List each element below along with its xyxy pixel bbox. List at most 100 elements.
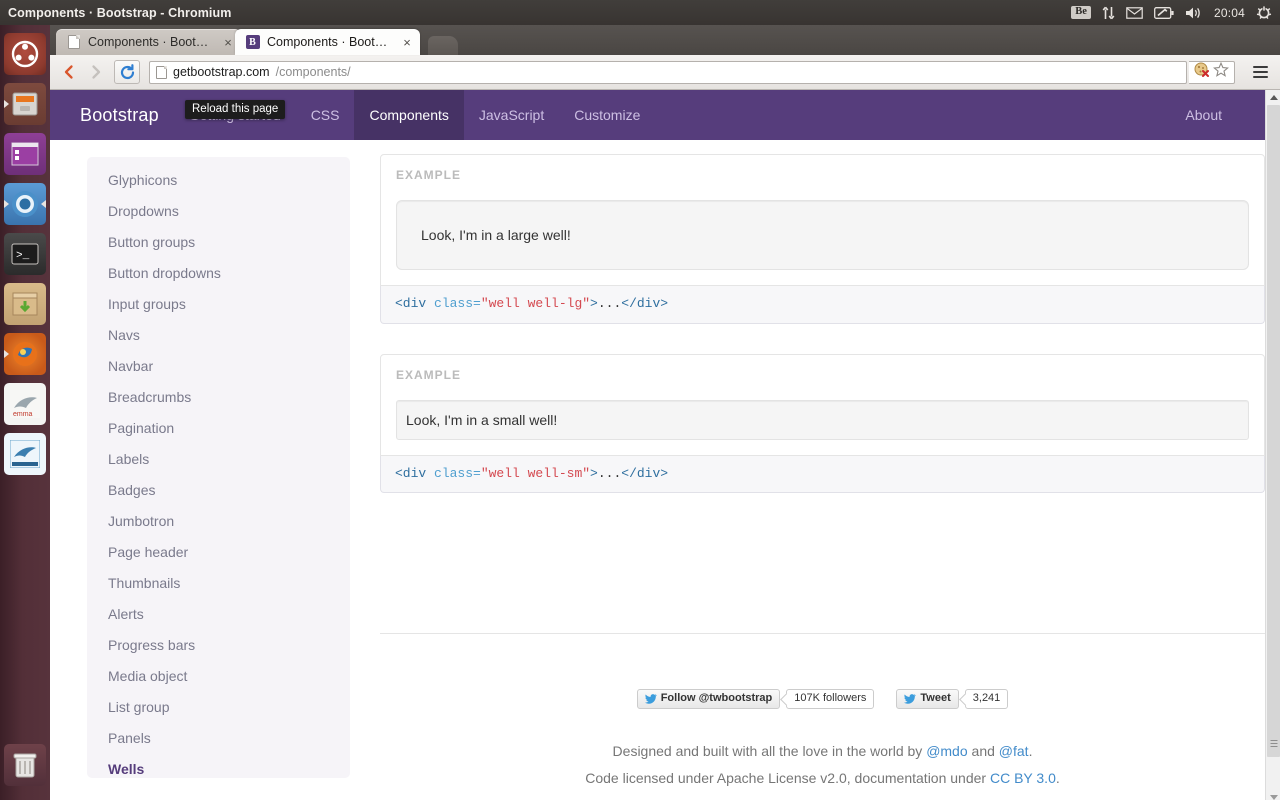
sidebar-item-labels[interactable]: Labels: [87, 444, 350, 475]
twitter-follow-label: Follow @twbootstrap: [660, 692, 773, 705]
code-token-attr: class=: [434, 296, 481, 312]
sidebar-item-wells[interactable]: Wells: [87, 754, 350, 785]
launcher-files-icon[interactable]: [4, 83, 46, 125]
twitter-tweet-button[interactable]: Tweet: [896, 689, 959, 709]
chromium-window: Components · Bootstrap × B Components · …: [50, 25, 1280, 800]
forward-button[interactable]: [85, 61, 107, 83]
twitter-bird-icon: [904, 694, 917, 704]
network-icon[interactable]: [1102, 0, 1115, 25]
twitter-follow-button[interactable]: Follow @twbootstrap: [636, 689, 781, 709]
battery-icon[interactable]: [1154, 0, 1174, 25]
launcher-ubuntu-dash-icon[interactable]: [4, 33, 46, 75]
launcher-terminal-icon[interactable]: >_: [4, 233, 46, 275]
sidebar-item-thumbnails[interactable]: Thumbnails: [87, 568, 350, 599]
code-token-dots: ...: [597, 296, 622, 312]
sidebar-item-media-object[interactable]: Media object: [87, 661, 350, 692]
footer-link-ccby[interactable]: CC BY 3.0: [990, 770, 1056, 786]
sidebar-item-input-groups[interactable]: Input groups: [87, 289, 350, 320]
example-block-small: Look, I'm in a small well!: [380, 353, 1265, 456]
sidebar-item-list-group[interactable]: List group: [87, 692, 350, 723]
tray-be-indicator[interactable]: Be: [1071, 0, 1091, 25]
footer-link-fat[interactable]: @fat: [999, 743, 1029, 759]
sidebar-item-pagination[interactable]: Pagination: [87, 413, 350, 444]
sidebar-item-page-header[interactable]: Page header: [87, 537, 350, 568]
nav-item-about[interactable]: About: [1170, 90, 1237, 140]
scroll-up-arrow-icon[interactable]: [1266, 90, 1280, 105]
nav-item-components[interactable]: Components: [354, 90, 464, 140]
address-bar[interactable]: getbootstrap.com/components/: [149, 60, 1187, 84]
tab-close-icon[interactable]: ×: [221, 36, 235, 49]
star-icon[interactable]: [1213, 61, 1229, 82]
twitter-follow-group: Follow @twbootstrap 107K followers: [636, 689, 875, 709]
nav-item-customize[interactable]: Customize: [559, 90, 655, 140]
docs-main-column: Look, I'm in a large well! <div class="w…: [380, 140, 1265, 523]
svg-text:emma: emma: [13, 411, 33, 418]
launcher-mysql-workbench-icon[interactable]: [4, 433, 46, 475]
browser-tab-2[interactable]: B Components · Bootstrap ×: [235, 29, 420, 55]
code-token-tag-open: <div: [395, 296, 435, 312]
scroll-down-arrow-icon[interactable]: [1266, 790, 1280, 800]
cookie-blocked-icon[interactable]: [1194, 62, 1210, 82]
sidebar-item-navbar[interactable]: Navbar: [87, 351, 350, 382]
site-brand[interactable]: Bootstrap: [80, 90, 174, 140]
browser-toolbar: getbootstrap.com/components/: [50, 55, 1280, 90]
footer-link-mdo[interactable]: @mdo: [926, 743, 967, 759]
sidebar-item-glyphicons[interactable]: Glyphicons: [87, 165, 350, 196]
nav-item-css[interactable]: CSS: [296, 90, 355, 140]
clock[interactable]: 20:04: [1214, 0, 1245, 25]
content-wrapper: Look, I'm in a large well! <div class="w…: [50, 140, 1265, 800]
power-gear-icon[interactable]: [1256, 0, 1272, 25]
sidebar-item-panels[interactable]: Panels: [87, 723, 350, 754]
page-scrollbar[interactable]: [1265, 90, 1280, 800]
launcher-firefox-icon[interactable]: [4, 333, 46, 375]
sidebar-item-progress-bars[interactable]: Progress bars: [87, 630, 350, 661]
tab-strip: Components · Bootstrap × B Components · …: [50, 25, 1280, 55]
browser-tab-1[interactable]: Components · Bootstrap ×: [56, 29, 241, 55]
unity-launcher: >_ emma: [0, 25, 50, 800]
twitter-tweet-count[interactable]: 3,241: [964, 689, 1009, 709]
scrollbar-thumb[interactable]: [1267, 105, 1280, 757]
browser-menu-button[interactable]: [1248, 60, 1272, 84]
page-info-icon[interactable]: [156, 65, 167, 79]
twitter-bird-icon: [644, 694, 657, 704]
page-viewport: Bootstrap Getting started CSS Components…: [50, 90, 1280, 800]
launcher-software-center-icon[interactable]: [4, 283, 46, 325]
launcher-emma-icon[interactable]: emma: [4, 383, 46, 425]
twitter-follower-count[interactable]: 107K followers: [786, 689, 875, 709]
twitter-tweet-label: Tweet: [920, 692, 951, 705]
sidebar-item-breadcrumbs[interactable]: Breadcrumbs: [87, 382, 350, 413]
back-button[interactable]: [58, 61, 80, 83]
code-token-dots: ...: [597, 465, 622, 481]
sidebar-item-button-dropdowns[interactable]: Button dropdowns: [87, 258, 350, 289]
mail-icon[interactable]: [1126, 0, 1143, 25]
docs-sidebar: Glyphicons Dropdowns Button groups Butto…: [87, 157, 350, 778]
launcher-app-window-icon[interactable]: [4, 133, 46, 175]
sidebar-item-button-groups[interactable]: Button groups: [87, 227, 350, 258]
launcher-chromium-icon[interactable]: [4, 183, 46, 225]
sidebar-item-alerts[interactable]: Alerts: [87, 599, 350, 630]
bootstrap-icon: B: [245, 35, 260, 50]
footer-credit-mid: and: [967, 743, 999, 759]
reload-button[interactable]: [114, 60, 140, 84]
volume-icon[interactable]: [1185, 0, 1203, 25]
footer-credit-line: Designed and built with all the love in …: [380, 741, 1265, 761]
nav-item-javascript[interactable]: JavaScript: [464, 90, 559, 140]
code-token-tag-open: <div: [395, 465, 435, 481]
bootstrap-docs-page: Bootstrap Getting started CSS Components…: [50, 90, 1265, 800]
desktop-screen: Components · Bootstrap - Chromium Be 20:…: [0, 0, 1280, 800]
sidebar-item-dropdowns[interactable]: Dropdowns: [87, 196, 350, 227]
new-tab-button[interactable]: [428, 36, 458, 55]
tab-title: Components · Bootstrap: [267, 35, 393, 49]
url-host: getbootstrap.com: [173, 65, 270, 79]
system-tray: Be 20:04: [1071, 0, 1280, 25]
sidebar-item-jumbotron[interactable]: Jumbotron: [87, 506, 350, 537]
sidebar-item-badges[interactable]: Badges: [87, 475, 350, 506]
code-token-tag-mid: >: [590, 296, 598, 312]
tab-close-icon[interactable]: ×: [400, 36, 414, 49]
code-token-value: "well well-sm": [480, 465, 591, 481]
launcher-trash-icon[interactable]: [4, 744, 46, 786]
sidebar-item-navs[interactable]: Navs: [87, 320, 350, 351]
footer-license-end: .: [1055, 770, 1060, 787]
url-path: /components/: [275, 65, 351, 79]
code-token-value: "well well-lg": [480, 296, 591, 312]
